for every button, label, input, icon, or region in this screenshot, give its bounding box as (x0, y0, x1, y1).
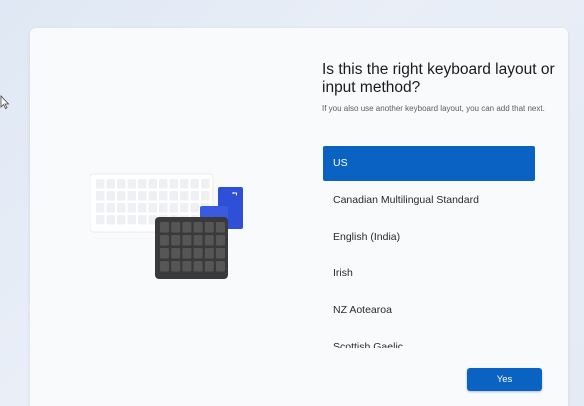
yes-button[interactable]: Yes (467, 368, 542, 391)
list-item[interactable]: US (323, 146, 535, 181)
mouse-pointer-icon (0, 95, 10, 109)
keyboard-keypad-illustration (90, 173, 243, 279)
list-item[interactable]: English (India) (323, 220, 535, 255)
page-subtitle: If you also use another keyboard layout,… (322, 104, 545, 113)
keyboard-layout-list[interactable]: US Canadian Multilingual Standard Englis… (323, 146, 535, 348)
list-item[interactable]: Canadian Multilingual Standard (323, 183, 535, 218)
list-item[interactable]: Scottish Gaelic (323, 330, 535, 348)
page-title: Is this the right keyboard layout or inp… (322, 61, 555, 96)
list-item[interactable]: NZ Aotearoa (323, 293, 535, 328)
list-item[interactable]: Irish (323, 256, 535, 291)
